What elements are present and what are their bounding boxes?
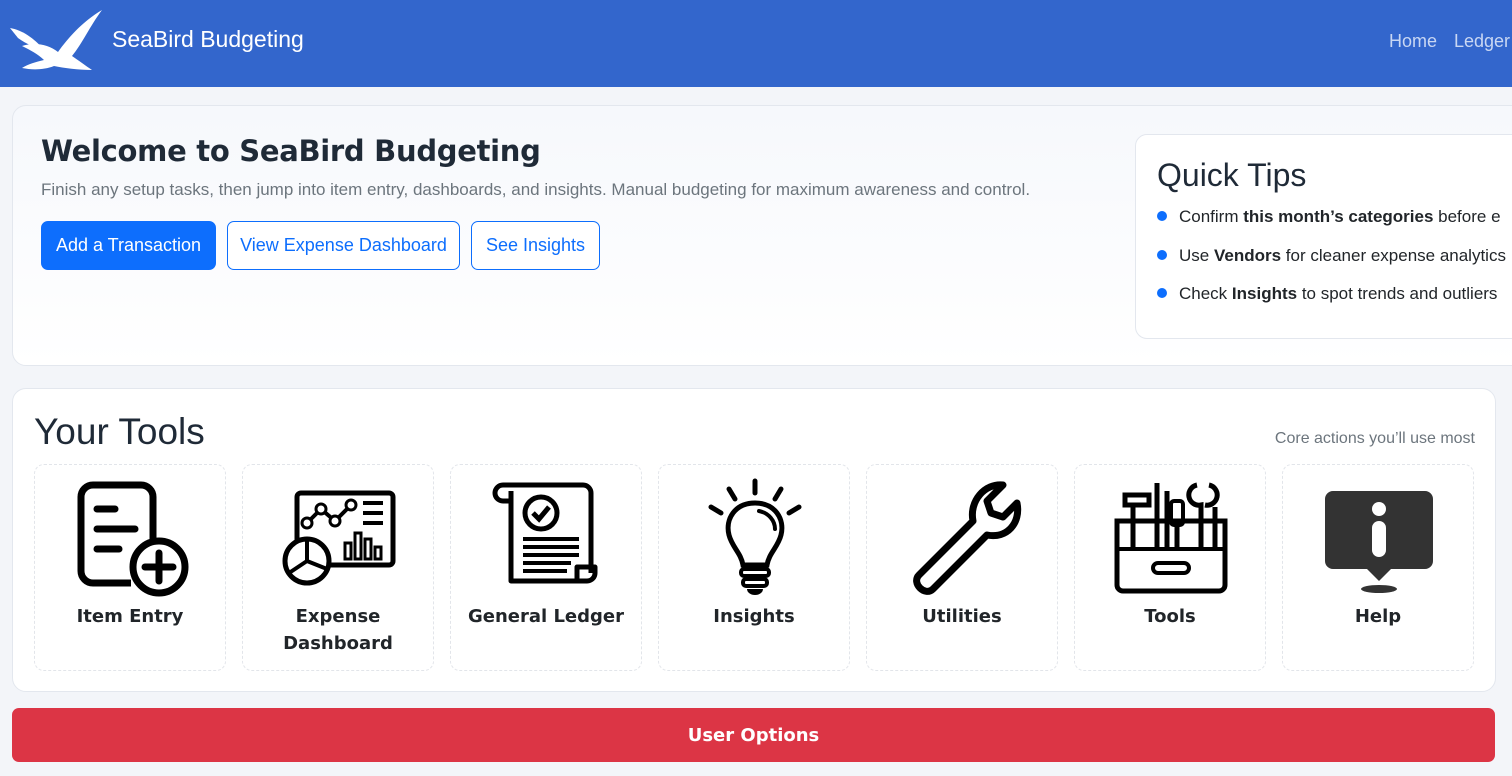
tip-emphasis: Insights <box>1231 284 1298 303</box>
tip-item: Confirm this month’s categories before e <box>1157 207 1501 227</box>
tool-card-insights[interactable]: Insights <box>658 464 850 671</box>
tip-text: Check <box>1179 284 1232 303</box>
item-entry-icon <box>77 481 189 597</box>
seabird-logo-icon[interactable] <box>8 8 104 74</box>
tip-text: to spot trends and outliers <box>1297 284 1498 303</box>
tip-item: Check Insights to spot trends and outlie… <box>1157 284 1497 304</box>
quick-tips-card: Quick Tips Confirm this month’s categori… <box>1135 134 1512 339</box>
add-transaction-button[interactable]: Add a Transaction <box>41 221 216 270</box>
welcome-panel: Welcome to SeaBird Budgeting Finish any … <box>12 105 1512 366</box>
navbar: SeaBird Budgeting Home Ledger <box>0 0 1512 87</box>
tool-label: Item Entry <box>76 606 184 627</box>
bullet-icon <box>1157 211 1167 221</box>
tools-title: Your Tools <box>34 411 205 452</box>
tip-emphasis: this month’s categories <box>1243 207 1434 226</box>
tool-label: Utilities <box>922 606 1002 627</box>
tip-text: before e <box>1433 207 1501 226</box>
info-icon <box>1325 491 1433 593</box>
brand-name[interactable]: SeaBird Budgeting <box>112 26 304 53</box>
see-insights-button[interactable]: See Insights <box>471 221 600 270</box>
lightbulb-icon <box>708 478 802 595</box>
tool-card-help[interactable]: Help <box>1282 464 1474 671</box>
welcome-subtitle: Finish any setup tasks, then jump into i… <box>41 180 1031 199</box>
tool-card-utilities[interactable]: Utilities <box>866 464 1058 671</box>
tool-label: Help <box>1354 606 1402 627</box>
tools-panel: Your Tools Core actions you’ll use most … <box>12 388 1496 692</box>
tip-text: Use <box>1179 246 1214 265</box>
tools-subtitle: Core actions you’ll use most <box>1274 430 1475 447</box>
bullet-icon <box>1157 288 1167 298</box>
view-expense-dashboard-button[interactable]: View Expense Dashboard <box>227 221 460 270</box>
tool-label: Tools <box>1144 606 1196 627</box>
user-options-button[interactable]: User Options <box>12 708 1495 762</box>
tip-text: for cleaner expense analytics <box>1281 246 1506 265</box>
expense-dashboard-icon <box>282 490 396 586</box>
bullet-icon <box>1157 250 1167 260</box>
tool-label: General Ledger <box>468 606 624 627</box>
tool-card-tools[interactable]: Tools <box>1074 464 1266 671</box>
wrench-icon <box>913 481 1022 595</box>
toolbox-icon <box>1114 482 1228 594</box>
tool-card-general-ledger[interactable]: General Ledger <box>450 464 642 671</box>
tool-card-expense-dashboard[interactable]: Expense Dashboard <box>242 464 434 671</box>
page-title: Welcome to SeaBird Budgeting <box>41 134 541 168</box>
tip-item: Use Vendors for cleaner expense analytic… <box>1157 246 1506 266</box>
quick-tips-title: Quick Tips <box>1157 157 1307 193</box>
nav-link-home[interactable]: Home <box>1389 31 1437 52</box>
tool-label: Expense Dashboard <box>283 606 393 654</box>
tool-card-item-entry[interactable]: Item Entry <box>34 464 226 671</box>
general-ledger-icon <box>492 482 598 584</box>
tip-text: Confirm <box>1179 207 1244 226</box>
tool-label: Insights <box>713 606 795 627</box>
nav-link-ledger[interactable]: Ledger <box>1454 31 1510 52</box>
tip-emphasis: Vendors <box>1213 246 1282 265</box>
